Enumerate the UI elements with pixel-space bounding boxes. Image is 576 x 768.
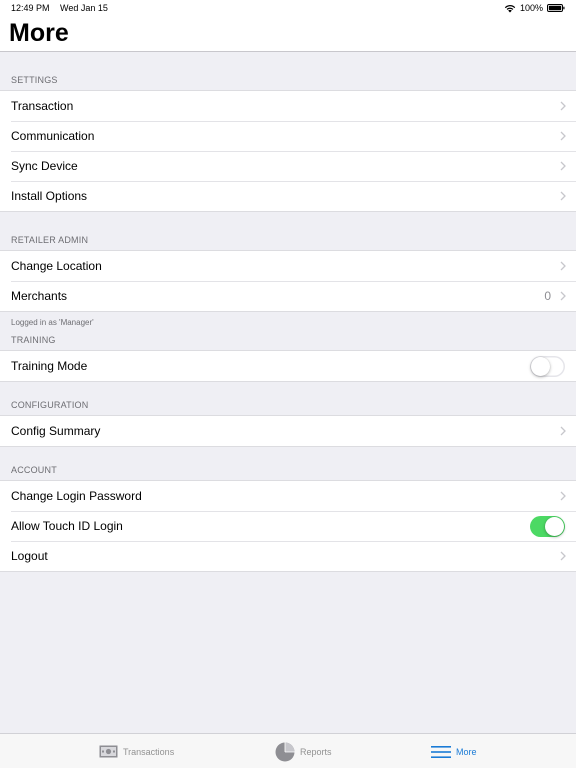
row-label: Change Location xyxy=(11,259,102,273)
group-retailer-admin: Change Location Merchants 0 xyxy=(0,250,576,312)
row-label: Change Login Password xyxy=(11,489,142,503)
page-title: More xyxy=(9,19,69,47)
group-configuration: Config Summary xyxy=(0,415,576,447)
row-label: Logout xyxy=(11,549,48,563)
battery-percent: 100% xyxy=(519,3,543,13)
cash-icon xyxy=(99,745,118,758)
section-title: TRAINING xyxy=(11,335,56,345)
logged-in-text: Logged in as 'Manager' xyxy=(11,318,94,327)
row-label: Communication xyxy=(11,129,95,143)
chevron-right-icon xyxy=(560,291,566,301)
section-header-settings: SETTINGS xyxy=(0,52,576,90)
status-left: 12:49 PM Wed Jan 15 xyxy=(11,3,116,13)
chevron-right-icon xyxy=(560,426,566,436)
status-bar: 12:49 PM Wed Jan 15 100% xyxy=(0,0,576,17)
group-training: Training Mode xyxy=(0,350,576,382)
row-allow-touch-id: Allow Touch ID Login xyxy=(0,511,576,541)
merchants-count: 0 xyxy=(544,289,551,303)
settings-list: SETTINGS Transaction Communication Sync … xyxy=(0,52,576,572)
tab-more[interactable]: More xyxy=(431,734,477,768)
pie-chart-icon xyxy=(275,742,295,761)
logged-in-note: Logged in as 'Manager' xyxy=(0,312,576,331)
chevron-right-icon xyxy=(560,131,566,141)
status-time: 12:49 PM xyxy=(11,3,50,13)
status-date: Wed Jan 15 xyxy=(60,3,108,13)
tab-label: Transactions xyxy=(123,746,175,757)
row-training-mode: Training Mode xyxy=(0,351,576,381)
tab-label: More xyxy=(456,746,477,757)
row-config-summary[interactable]: Config Summary xyxy=(0,416,576,446)
row-sync-device[interactable]: Sync Device xyxy=(0,151,576,181)
section-header-configuration: CONFIGURATION xyxy=(0,382,576,415)
touch-id-toggle[interactable] xyxy=(530,515,565,537)
navigation-header: More xyxy=(0,17,576,52)
row-label: Sync Device xyxy=(11,159,78,173)
section-title: SETTINGS xyxy=(11,75,58,85)
row-communication[interactable]: Communication xyxy=(0,121,576,151)
row-logout[interactable]: Logout xyxy=(0,541,576,571)
battery-icon xyxy=(547,4,565,12)
tab-reports[interactable]: Reports xyxy=(275,734,332,768)
group-account: Change Login Password Allow Touch ID Log… xyxy=(0,480,576,572)
row-label: Merchants xyxy=(11,289,68,303)
chevron-right-icon xyxy=(560,161,566,171)
row-label: Allow Touch ID Login xyxy=(11,519,123,533)
tab-bar: Transactions Reports More xyxy=(0,733,576,768)
row-label: Config Summary xyxy=(11,424,101,438)
section-header-account: ACCOUNT xyxy=(0,447,576,480)
toggle-knob xyxy=(545,516,564,536)
row-label: Install Options xyxy=(11,189,88,203)
wifi-icon xyxy=(504,4,516,12)
toggle-knob xyxy=(531,356,550,376)
tab-transactions[interactable]: Transactions xyxy=(99,734,174,768)
section-header-training: TRAINING xyxy=(0,331,576,350)
section-title: RETAILER ADMIN xyxy=(11,235,89,245)
chevron-right-icon xyxy=(560,101,566,111)
chevron-right-icon xyxy=(560,191,566,201)
row-merchants[interactable]: Merchants 0 xyxy=(0,281,576,311)
section-title: ACCOUNT xyxy=(11,465,57,475)
row-label: Transaction xyxy=(11,99,74,113)
row-install-options[interactable]: Install Options xyxy=(0,181,576,211)
row-transaction[interactable]: Transaction xyxy=(0,91,576,121)
chevron-right-icon xyxy=(560,261,566,271)
row-change-location[interactable]: Change Location xyxy=(0,251,576,281)
row-change-login-password[interactable]: Change Login Password xyxy=(0,481,576,511)
chevron-right-icon xyxy=(560,491,566,501)
section-header-retailer-admin: RETAILER ADMIN xyxy=(0,212,576,250)
menu-icon xyxy=(431,745,451,758)
training-mode-toggle[interactable] xyxy=(530,355,565,377)
section-title: CONFIGURATION xyxy=(11,400,89,410)
chevron-right-icon xyxy=(560,551,566,561)
status-right: 100% xyxy=(504,3,565,13)
tab-label: Reports xyxy=(300,746,332,757)
group-settings: Transaction Communication Sync Device In… xyxy=(0,90,576,212)
row-label: Training Mode xyxy=(11,359,88,373)
